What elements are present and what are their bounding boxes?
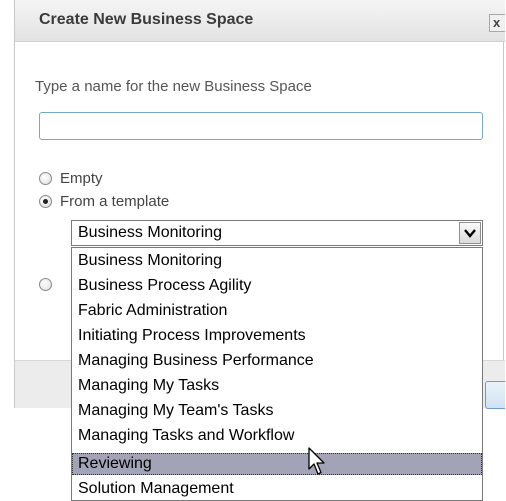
- radio-third-button[interactable]: [39, 278, 52, 291]
- radio-third-option[interactable]: [39, 276, 52, 293]
- close-icon[interactable]: x: [489, 14, 505, 32]
- chevron-down-icon[interactable]: [459, 222, 481, 244]
- footer-button[interactable]: [485, 381, 505, 409]
- mouse-pointer-icon: [308, 447, 325, 475]
- template-select-value: Business Monitoring: [78, 224, 223, 241]
- name-prompt-label: Type a name for the new Business Space: [35, 78, 312, 95]
- template-option[interactable]: Managing Tasks and Workflow: [72, 425, 482, 447]
- template-option[interactable]: Managing Business Performance: [72, 350, 482, 372]
- template-select[interactable]: Business Monitoring: [71, 220, 483, 246]
- dialog-titlebar: Create New Business Space x: [15, 0, 505, 42]
- template-option[interactable]: Managing My Team's Tasks: [72, 400, 482, 422]
- dialog-title: Create New Business Space: [39, 11, 254, 28]
- radio-empty-button[interactable]: [39, 172, 52, 185]
- template-dropdown-list: Business Monitoring Business Process Agi…: [71, 247, 483, 501]
- business-space-name-input[interactable]: [39, 112, 483, 140]
- radio-template-button[interactable]: [39, 195, 52, 208]
- template-option[interactable]: Solution Management: [72, 478, 482, 500]
- template-option[interactable]: Managing My Tasks: [72, 375, 482, 397]
- template-option[interactable]: Initiating Process Improvements: [72, 325, 482, 347]
- radio-template-label: From a template: [60, 193, 170, 210]
- radio-empty-label: Empty: [60, 170, 103, 187]
- radio-from-template[interactable]: From a template: [39, 193, 169, 210]
- template-option[interactable]: Fabric Administration: [72, 300, 482, 322]
- radio-empty[interactable]: Empty: [39, 170, 103, 187]
- template-option-highlighted[interactable]: Reviewing: [72, 453, 482, 475]
- template-option[interactable]: Business Monitoring: [72, 250, 482, 272]
- template-option[interactable]: Business Process Agility: [72, 275, 482, 297]
